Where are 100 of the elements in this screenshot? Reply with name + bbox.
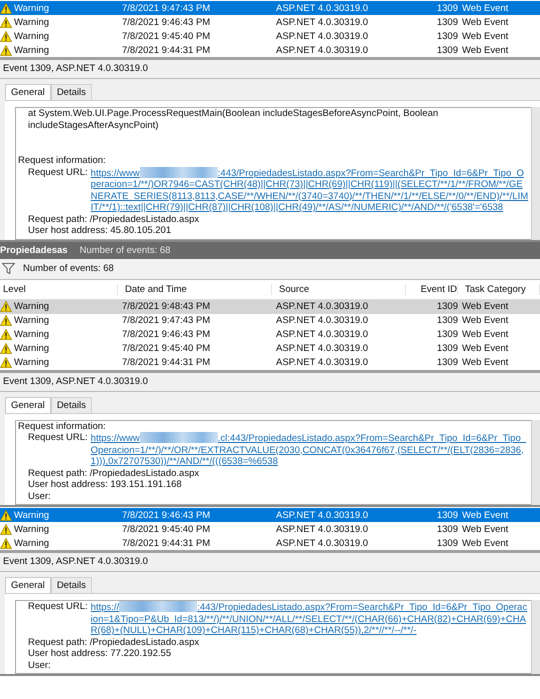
warning-icon [0, 510, 12, 520]
warning-icon [0, 524, 12, 534]
column-header[interactable]: Level [0, 284, 118, 295]
event-row[interactable]: Warning 7/8/2021 9:45:40 PM ASP.NET 4.0.30319.0 1309 Web Event [0, 29, 540, 43]
date-cell-text: 7/8/2021 9:44:31 PM [122, 538, 212, 548]
date-cell-text: 7/8/2021 9:47:43 PM [122, 2, 212, 14]
category-cell-text: Web Event [462, 30, 510, 42]
column-header[interactable]: Source [276, 284, 406, 295]
date-cell-text: 7/8/2021 9:48:43 PM [122, 301, 212, 312]
event-id-cell-text: 1309 [436, 343, 458, 354]
event-row[interactable]: Warning 7/8/2021 9:46:43 PM ASP.NET 4.0.30319.0 1309 Web Event [0, 15, 540, 29]
category-cell-text: Web Event [462, 16, 510, 28]
source-cell-text: ASP.NET 4.0.30319.0 [276, 2, 370, 14]
section-heading: Request information: [18, 155, 107, 166]
column-header[interactable]: Event ID [410, 284, 458, 295]
event-row[interactable]: Warning 7/8/2021 9:48:43 PM ASP.NET 4.0.30319.0 1309 Web Event [0, 300, 540, 314]
date-cell-text: 7/8/2021 9:46:43 PM [122, 510, 212, 520]
warning-icon [0, 329, 12, 340]
event-id-cell-text: 1309 [436, 44, 458, 56]
source-cell-text: ASP.NET 4.0.30319.0 [276, 343, 370, 354]
tab[interactable]: Details [50, 84, 92, 100]
level-text: Warning [14, 301, 50, 312]
date-cell-text: 7/8/2021 9:44:31 PM [122, 357, 212, 368]
column-header[interactable]: Date and Time [122, 284, 272, 295]
level-text: Warning [14, 16, 50, 28]
event-row[interactable]: Warning 7/8/2021 9:44:31 PM ASP.NET 4.0.30319.0 1309 Web Event [0, 43, 540, 57]
scrollbar[interactable] [531, 600, 540, 674]
field-text: User: [27, 660, 52, 671]
warning-icon [0, 343, 12, 354]
scrollbar[interactable] [531, 107, 540, 240]
field-text: Request path: /PropiedadesListado.aspx [27, 636, 200, 648]
source-cell-text: ASP.NET 4.0.30319.0 [276, 538, 370, 548]
column-header[interactable]: Task Category [462, 284, 540, 295]
tab[interactable]: Details [50, 577, 92, 593]
field-text: User: [27, 490, 52, 502]
event-row[interactable]: Warning 7/8/2021 9:46:43 PM ASP.NET 4.0.30319.0 1309 Web Event [0, 508, 540, 522]
level-text: Warning [14, 44, 50, 56]
field-text: User host address: 45.80.105.201 [27, 225, 172, 236]
date-cell-text: 7/8/2021 9:46:43 PM [122, 329, 212, 340]
event-id-cell-text: 1309 [436, 2, 458, 14]
warning-icon [0, 16, 12, 28]
level-text: Warning [14, 2, 50, 14]
request-url-link[interactable]: https://www :443/PropiedadesListado.aspx?From=Search&Pr_Tipo_Id=6&Pr_Tipo_Operacion=1/**/)OR7946=CAST(CHR(48)||CHR(73)||CHR(69)||CHR(119)||(SELECT/**/1/**/FROM/**/GENERATE_SERIES(8113,8113,CASE/**/WHEN/**/(3740=3740)/**/THEN/**/1/**/ELSE/**/0/**/END)/**/LIMIT/**/1)::text||CHR(79)||CHR(87)||CHR(108)||CHR(49)/**/AS/**/NUMERIC)/**/AND/**/('6538'='6538 [90, 166, 529, 214]
event-row[interactable]: Warning 7/8/2021 9:45:40 PM ASP.NET 4.0.30319.0 1309 Web Event [0, 342, 540, 356]
category-cell-text: Web Event [462, 2, 510, 14]
date-cell-text: 7/8/2021 9:45:40 PM [122, 343, 212, 354]
source-cell-text: ASP.NET 4.0.30319.0 [276, 30, 370, 42]
warning-icon [0, 301, 12, 312]
warning-icon [0, 44, 12, 56]
category-cell-text: Web Event [462, 343, 510, 354]
level-text: Warning [14, 343, 50, 354]
event-id-cell-text: 1309 [436, 524, 458, 534]
event-id-cell-text: 1309 [436, 30, 458, 42]
field-text: Request path: /PropiedadesListado.aspx [27, 214, 200, 225]
event-row[interactable]: Warning 7/8/2021 9:47:43 PM ASP.NET 4.0.30319.0 1309 Web Event [0, 314, 540, 328]
tab[interactable]: Details [50, 396, 92, 412]
source-cell-text: ASP.NET 4.0.30319.0 [276, 16, 370, 28]
warning-icon [0, 2, 12, 14]
source-cell-text: ASP.NET 4.0.30319.0 [276, 315, 370, 326]
log-name: Propiedadesas [0, 244, 68, 256]
category-cell-text: Web Event [462, 44, 510, 56]
field-label: Request URL: [28, 432, 88, 445]
request-url-link[interactable]: https://www .cl:443/PropiedadesListado.aspx?From=Search&Pr_Tipo_Id=6&Pr_Tipo_Operacion=1/**/)/**/OR/**/EXTRACTVALUE(2030,CONCAT(0x36476f67,(SELECT/**/(ELT(2836=2836,1))),0x72707530))/**/AND/**/(((6538=%6538 [90, 432, 529, 468]
field-text: User host address: 193.151.191.168 [27, 479, 183, 490]
category-cell-text: Web Event [462, 315, 510, 326]
event-count: Number of events: 68 [80, 244, 170, 256]
date-cell-text: 7/8/2021 9:45:40 PM [122, 30, 212, 42]
event-count: Number of events: 68 [23, 263, 114, 274]
level-text: Warning [14, 315, 50, 326]
scrollbar[interactable] [531, 420, 540, 505]
request-url-link[interactable]: https:// :443/PropiedadesListado.aspx?From=Search&Pr_Tipo_Id=6&Pr_Tipo_Operacion=1&Tipo=P&Ub_Id=813/**/)/**/UNION/**/ALL/**/SELECT/**/(CHAR(66)+CHAR(82)+CHAR(69)+CHAR(68)+(NULL)+CHAR(109)+CHAR(115)+CHAR(68)+CHAR(55)),2/**//**/--/**/- [90, 601, 529, 636]
field-text: Request path: /PropiedadesListado.aspx [27, 468, 200, 479]
source-cell-text: ASP.NET 4.0.30319.0 [276, 524, 370, 534]
warning-icon [0, 30, 12, 42]
field-label: Request URL: [28, 601, 88, 614]
detail-title: Event 1309, ASP.NET 4.0.30319.0 [0, 60, 540, 79]
level-text: Warning [14, 538, 50, 548]
event-row[interactable]: Warning 7/8/2021 9:46:43 PM ASP.NET 4.0.30319.0 1309 Web Event [0, 328, 540, 342]
event-row[interactable]: Warning 7/8/2021 9:44:31 PM ASP.NET 4.0.30319.0 1309 Web Event [0, 356, 540, 370]
warning-icon [0, 315, 12, 326]
event-id-cell-text: 1309 [436, 510, 458, 520]
level-text: Warning [14, 329, 50, 340]
category-cell-text: Web Event [462, 524, 510, 534]
filter-icon[interactable] [2, 263, 15, 274]
event-id-cell-text: 1309 [436, 16, 458, 28]
detail-title: Event 1309, ASP.NET 4.0.30319.0 [0, 553, 540, 572]
event-id-cell-text: 1309 [436, 538, 458, 548]
event-row[interactable]: Warning 7/8/2021 9:45:40 PM ASP.NET 4.0.30319.0 1309 Web Event [0, 522, 540, 536]
event-row[interactable]: Warning 7/8/2021 9:47:43 PM ASP.NET 4.0.30319.0 1309 Web Event [0, 1, 540, 15]
source-cell-text: ASP.NET 4.0.30319.0 [276, 329, 370, 340]
event-row[interactable]: Warning 7/8/2021 9:44:31 PM ASP.NET 4.0.30319.0 1309 Web Event [0, 536, 540, 550]
tab[interactable]: General [5, 396, 51, 412]
warning-icon [0, 538, 12, 548]
section-heading: Request information: [18, 420, 107, 432]
tab[interactable]: General [5, 84, 51, 100]
category-cell-text: Web Event [462, 538, 510, 548]
date-cell-text: 7/8/2021 9:47:43 PM [122, 315, 212, 326]
event-id-cell-text: 1309 [436, 357, 458, 368]
date-cell-text: 7/8/2021 9:44:31 PM [122, 44, 212, 56]
tab[interactable]: General [5, 577, 51, 593]
